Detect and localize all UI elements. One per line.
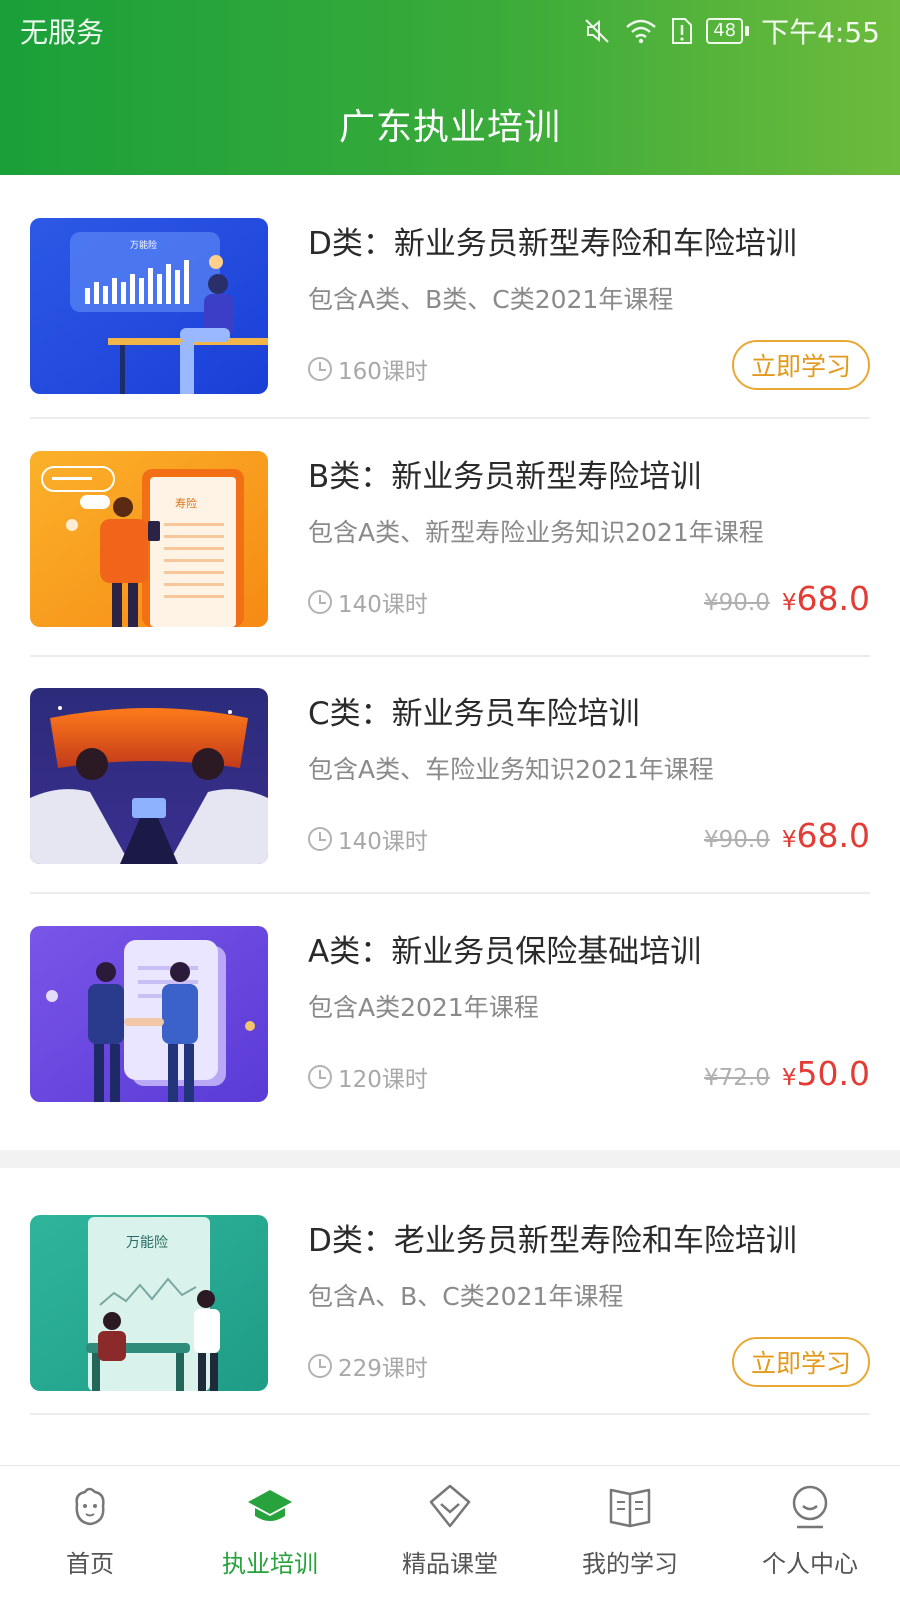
tab-profile[interactable]: 个人中心 [720,1466,900,1600]
course-card[interactable]: C类：新业务员车险培训 包含A类、车险业务知识2021年课程 140课时 ¥90… [30,688,870,864]
course-description: 包含A类、B类、C类2021年课程 [308,285,674,314]
original-price: ¥90.0 [704,590,770,616]
hours-text: 160课时 [338,359,428,385]
original-price: ¥90.0 [704,827,770,853]
divider [30,1413,870,1415]
course-thumbnail [30,688,268,864]
tab-label: 精品课堂 [402,1550,498,1578]
course-hours: 229课时 [308,1349,428,1383]
tab-label: 执业培训 [222,1550,318,1578]
divider [30,892,870,894]
course-card[interactable]: 万能险 D类：老业务员新型寿险和车险培训 包含A、B、C类2021年课程 229… [30,1215,870,1391]
course-title: C类：新业务员车险培训 [308,696,640,732]
battery-icon: 48 [706,18,750,44]
clock-icon [308,1065,332,1089]
study-now-button[interactable]: 立即学习 [732,340,870,390]
clock-icon [308,590,332,614]
study-now-button[interactable]: 立即学习 [732,1337,870,1387]
tab-label: 首页 [66,1550,114,1578]
hours-text: 120课时 [338,1067,428,1093]
hours-text: 229课时 [338,1356,428,1382]
sim-alert-icon [672,18,693,44]
course-thumbnail: 万能险 [30,1215,268,1391]
course-thumbnail: 万能险 [30,218,268,394]
status-bar: 无服务 48 下午4:55 [0,0,900,62]
tab-home[interactable]: 首页 [0,1466,180,1600]
training-icon [248,1490,292,1521]
tab-training[interactable]: 执业培训 [180,1466,360,1600]
course-description: 包含A类2021年课程 [308,993,539,1022]
course-description: 包含A类、车险业务知识2021年课程 [308,755,714,784]
course-card[interactable]: 万能险 D类：新业务员新型寿险和车险培训 包含A类、B类、C类2021年课程 1… [30,218,870,394]
course-title: D类：新业务员新型寿险和车险培训 [308,226,797,262]
divider [30,655,870,657]
course-thumbnail [30,926,268,1102]
wifi-icon [626,19,657,44]
sale-price: ¥68.0 [781,816,870,855]
divider [30,417,870,419]
tab-my-learning[interactable]: 我的学习 [540,1466,720,1600]
battery-level: 48 [706,18,744,44]
svg-text:寿险: 寿险 [175,496,197,510]
course-description: 包含A、B、C类2021年课程 [308,1282,624,1311]
clock-time: 下午4:55 [761,16,880,49]
sale-price: ¥50.0 [781,1054,870,1093]
course-price: ¥90.0 ¥68.0 [704,816,870,855]
course-hours: 140课时 [308,585,428,619]
course-hours: 140课时 [308,822,428,856]
course-list: 万能险 D类：新业务员新型寿险和车险培训 包含A类、B类、C类2021年课程 1… [0,175,900,1465]
course-hours: 120课时 [308,1060,428,1094]
book-icon [609,1488,651,1528]
course-card[interactable]: A类：新业务员保险基础培训 包含A类2021年课程 120课时 ¥72.0 ¥5… [30,926,870,1102]
svg-text:万能险: 万能险 [126,1235,168,1251]
course-title: B类：新业务员新型寿险培训 [308,459,702,495]
clock-icon [308,357,332,381]
course-description: 包含A类、新型寿险业务知识2021年课程 [308,518,764,547]
home-icon [75,1487,105,1526]
section-separator [0,1150,900,1168]
course-title: A类：新业务员保险基础培训 [308,934,702,970]
page-title: 广东执业培训 [338,107,561,148]
course-card[interactable]: 寿险 B类：新业务员新型寿险培训 包含A类、新型寿险业务知识2021年课程 14… [30,451,870,627]
mute-icon [585,19,609,43]
original-price: ¥72.0 [704,1065,770,1091]
status-icons: 48 下午4:55 [582,11,880,51]
clock-icon [308,1354,332,1378]
profile-icon [792,1485,828,1529]
clock-icon [308,827,332,851]
tab-premium-class[interactable]: 精品课堂 [360,1466,540,1600]
course-title: D类：老业务员新型寿险和车险培训 [308,1223,797,1259]
tab-label: 个人中心 [762,1550,858,1578]
course-hours: 160课时 [308,352,428,386]
course-price: ¥90.0 ¥68.0 [704,579,870,618]
carrier-text: 无服务 [20,16,105,49]
course-thumbnail: 寿险 [30,451,268,627]
app-header: 无服务 48 下午4:55 广东执业培训 [0,0,900,175]
course-price: ¥72.0 ¥50.0 [704,1054,870,1093]
sale-price: ¥68.0 [781,579,870,618]
diamond-icon [429,1484,471,1528]
hours-text: 140课时 [338,592,428,618]
tab-label: 我的学习 [582,1550,678,1578]
hours-text: 140课时 [338,829,428,855]
svg-text:万能险: 万能险 [130,239,157,251]
bottom-tab-bar: 首页 执业培训 精品课堂 我的学习 个人中心 [0,1465,900,1600]
